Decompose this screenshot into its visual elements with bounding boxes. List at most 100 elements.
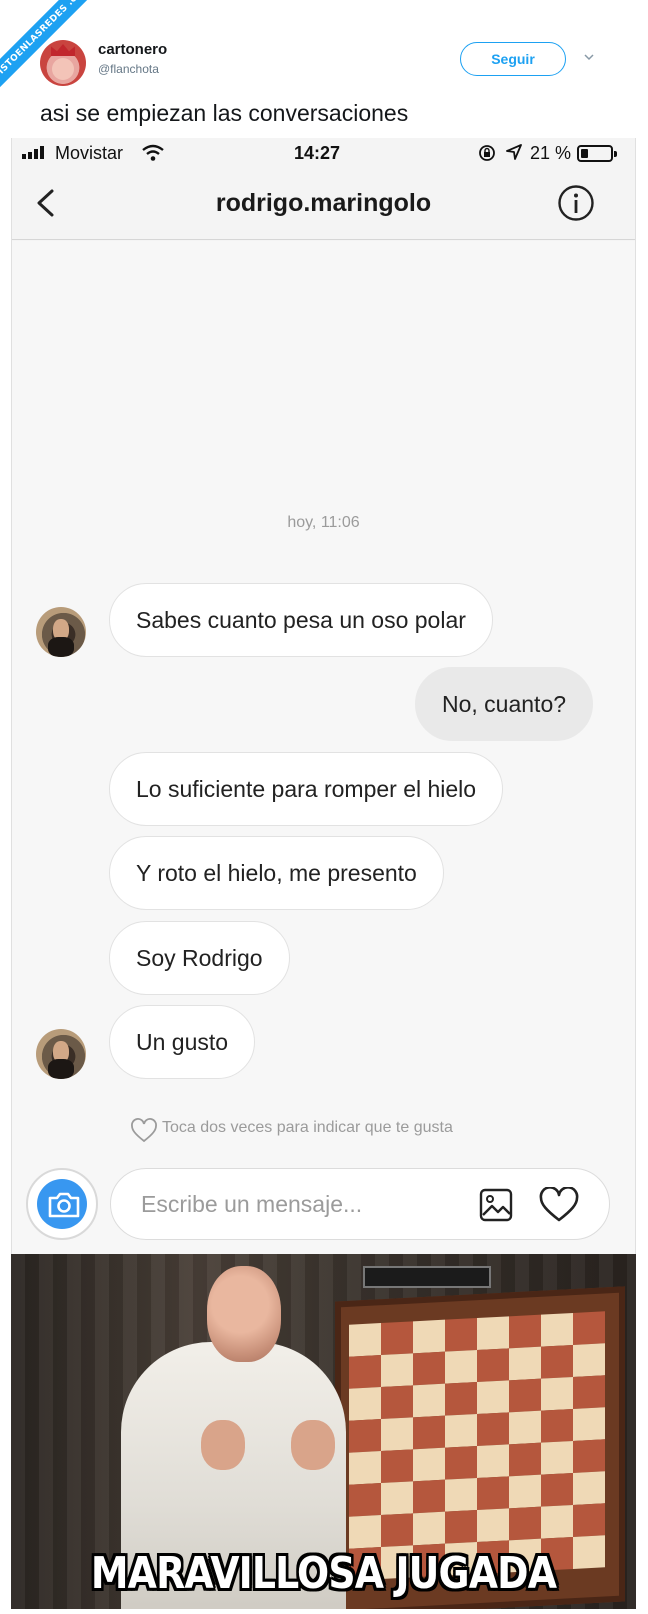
author-avatar[interactable] xyxy=(40,40,86,86)
board-square xyxy=(381,1449,413,1484)
board-square xyxy=(349,1387,381,1421)
board-square xyxy=(413,1511,445,1546)
message-bubble-incoming[interactable]: Sabes cuanto pesa un oso polar xyxy=(109,583,493,657)
camera-button[interactable] xyxy=(26,1168,98,1240)
message-bubble-incoming[interactable]: Soy Rodrigo xyxy=(109,921,290,995)
thread-timestamp: hoy, 11:06 xyxy=(287,514,360,531)
board-square xyxy=(381,1321,413,1356)
message-bubble-outgoing[interactable]: No, cuanto? xyxy=(415,667,594,741)
board-square xyxy=(573,1375,605,1409)
board-square xyxy=(541,1472,573,1507)
chat-title[interactable]: rodrigo.maringolo xyxy=(12,189,635,218)
board-square xyxy=(573,1311,605,1345)
tweet-text: asi se empiezan las conversaciones xyxy=(40,100,409,126)
board-square xyxy=(381,1417,413,1452)
board-square xyxy=(349,1355,381,1389)
chess-board xyxy=(349,1311,605,1581)
message-input[interactable]: Escribe un mensaje... xyxy=(110,1168,610,1240)
like-hint-text: Toca dos veces para indicar que te gusta xyxy=(162,1119,453,1136)
board-square xyxy=(381,1481,413,1516)
board-square xyxy=(413,1479,445,1514)
board-square xyxy=(573,1471,605,1505)
board-square xyxy=(573,1503,605,1537)
board-square xyxy=(349,1515,381,1549)
board-square xyxy=(445,1478,477,1512)
camera-icon xyxy=(48,1192,80,1218)
chat-header: rodrigo.maringolo xyxy=(12,168,635,240)
board-square xyxy=(509,1378,541,1413)
board-square xyxy=(381,1385,413,1420)
board-square xyxy=(477,1316,509,1350)
board-square xyxy=(349,1323,381,1357)
avatar-face xyxy=(52,58,74,80)
message-placeholder: Escribe un mensaje... xyxy=(141,1191,363,1217)
follow-button[interactable]: Seguir xyxy=(460,42,566,76)
board-square xyxy=(541,1440,573,1475)
board-square xyxy=(477,1348,509,1382)
board-square xyxy=(541,1504,573,1539)
board-square xyxy=(381,1353,413,1388)
board-square xyxy=(445,1446,477,1480)
board-square xyxy=(477,1508,509,1542)
meme-image: MARAVILLOSA JUGADA xyxy=(11,1254,636,1609)
board-square xyxy=(445,1350,477,1384)
board-square xyxy=(413,1415,445,1450)
chevron-down-icon[interactable] xyxy=(584,52,594,62)
rotation-lock-icon xyxy=(479,145,495,161)
board-square xyxy=(509,1442,541,1477)
board-square xyxy=(509,1346,541,1381)
heart-icon[interactable] xyxy=(539,1187,579,1223)
board-square xyxy=(541,1312,573,1347)
contact-avatar[interactable] xyxy=(36,607,86,657)
board-clock xyxy=(363,1266,491,1288)
status-bar: Movistar 14:27 21 % xyxy=(12,138,635,168)
board-square xyxy=(477,1476,509,1510)
board-square xyxy=(349,1483,381,1517)
author-handle[interactable]: @flanchota xyxy=(98,62,159,76)
board-square xyxy=(445,1414,477,1448)
board-square xyxy=(509,1506,541,1541)
message-composer: Escribe un mensaje... xyxy=(26,1164,626,1248)
board-square xyxy=(541,1344,573,1379)
presenter-hands xyxy=(201,1420,335,1470)
board-square xyxy=(381,1513,413,1548)
message-bubble-incoming[interactable]: Lo suficiente para romper el hielo xyxy=(109,752,504,826)
wifi-icon xyxy=(142,144,164,161)
board-square xyxy=(413,1447,445,1482)
presenter-head xyxy=(207,1266,281,1362)
board-square xyxy=(477,1380,509,1414)
location-icon xyxy=(506,144,522,160)
board-square xyxy=(349,1419,381,1453)
board-square xyxy=(413,1319,445,1354)
board-square xyxy=(445,1510,477,1544)
signal-icon xyxy=(22,146,44,159)
board-square xyxy=(509,1314,541,1349)
instagram-dm-screenshot: Movistar 14:27 21 % rodrigo.maringolo ho… xyxy=(11,138,636,1254)
battery-percent: 21 % xyxy=(530,143,572,163)
crown-icon xyxy=(51,44,75,56)
board-square xyxy=(573,1343,605,1377)
author-name[interactable]: cartonero xyxy=(98,41,167,58)
board-square xyxy=(509,1410,541,1445)
status-time: 14:27 xyxy=(294,143,341,163)
message-bubble-incoming[interactable]: Un gusto xyxy=(109,1005,256,1079)
board-square xyxy=(573,1407,605,1441)
contact-avatar[interactable] xyxy=(36,1029,86,1079)
info-icon[interactable] xyxy=(557,184,595,222)
carrier-name: Movistar xyxy=(55,143,124,163)
message-thread[interactable]: hoy, 11:06 Sabes cuanto pesa un oso pola… xyxy=(12,241,635,1254)
battery-icon xyxy=(577,145,617,162)
gallery-icon[interactable] xyxy=(479,1188,513,1222)
message-bubble-incoming[interactable]: Y roto el hielo, me presento xyxy=(109,836,444,910)
board-square xyxy=(349,1451,381,1485)
board-square xyxy=(573,1439,605,1473)
board-square xyxy=(477,1412,509,1446)
board-square xyxy=(477,1444,509,1478)
tweet-header: VISTOENLASREDES .com cartonero @flanchot… xyxy=(0,0,648,138)
board-square xyxy=(445,1382,477,1416)
board-square xyxy=(509,1474,541,1509)
meme-caption: MARAVILLOSA JUGADA xyxy=(90,1548,557,1599)
board-square xyxy=(541,1408,573,1443)
board-square xyxy=(413,1351,445,1386)
board-square xyxy=(413,1383,445,1418)
